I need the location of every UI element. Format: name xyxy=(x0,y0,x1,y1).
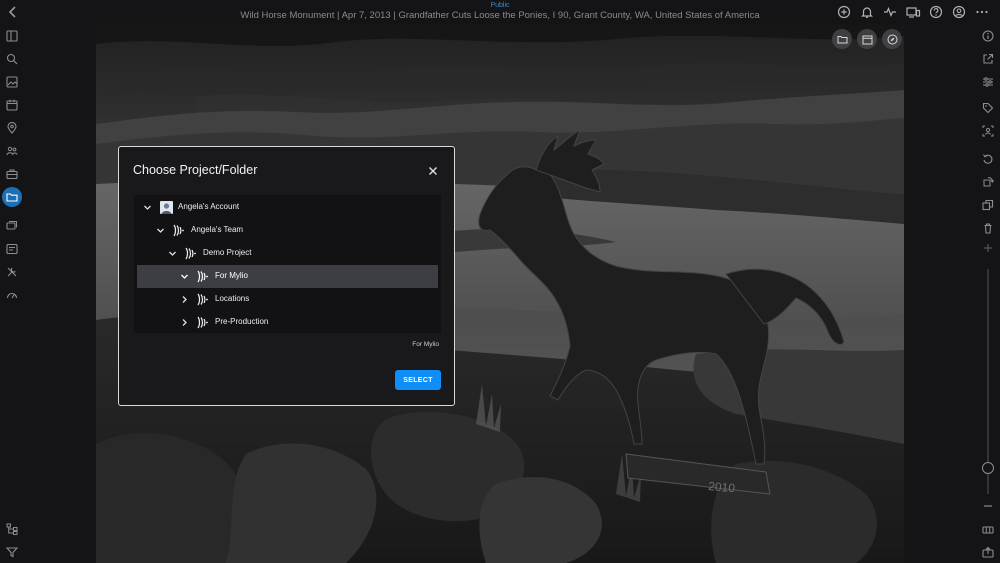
tree-row-label: Angela's Team xyxy=(191,225,244,234)
chevron-down-icon[interactable] xyxy=(143,203,152,212)
rotate-right-icon[interactable] xyxy=(980,174,996,190)
tree-row-team[interactable]: Angela's Team xyxy=(134,219,441,242)
dialog-title: Choose Project/Folder xyxy=(133,163,258,177)
photos-icon[interactable] xyxy=(4,74,20,90)
left-sidebar xyxy=(0,24,24,563)
chevron-down-icon[interactable] xyxy=(168,249,177,258)
folder-add-icon[interactable] xyxy=(832,29,852,49)
frameio-icon xyxy=(197,270,208,283)
chevron-down-icon[interactable] xyxy=(156,226,165,235)
rotate-left-icon[interactable] xyxy=(980,151,996,167)
tree-row-demo-project[interactable]: Demo Project xyxy=(134,242,441,265)
map-pin-icon[interactable] xyxy=(4,120,20,136)
tree-row-pre-production[interactable]: Pre-Production xyxy=(134,311,441,334)
tree-row-locations[interactable]: Locations xyxy=(134,288,441,311)
select-button[interactable]: SELECT xyxy=(395,370,441,390)
adjust-icon[interactable] xyxy=(980,74,996,90)
calendar-icon[interactable] xyxy=(4,97,20,113)
people-tag-icon[interactable] xyxy=(980,123,996,139)
briefcase-icon[interactable] xyxy=(4,166,20,182)
activity-icon[interactable] xyxy=(882,4,898,20)
zoom-slider-knob[interactable] xyxy=(982,462,994,474)
top-bar: Public Wild Horse Monument | Apr 7, 2013… xyxy=(0,0,1000,24)
tree-row-account[interactable]: Angela's Account xyxy=(134,196,441,219)
tools-icon[interactable] xyxy=(4,264,20,280)
devices-icon[interactable] xyxy=(905,4,921,20)
search-icon[interactable] xyxy=(4,51,20,67)
people-icon[interactable] xyxy=(4,143,20,159)
choose-folder-dialog: Choose Project/Folder Angela's Account A… xyxy=(118,146,455,406)
frameio-icon xyxy=(197,316,208,329)
export-icon[interactable] xyxy=(980,544,996,560)
hierarchy-icon[interactable] xyxy=(4,521,20,537)
selected-path: For Mylio xyxy=(412,341,439,348)
tree-row-for-mylio[interactable]: For Mylio xyxy=(137,265,438,288)
help-icon[interactable] xyxy=(928,4,944,20)
info-icon[interactable] xyxy=(980,28,996,44)
tree-row-label: Pre-Production xyxy=(215,317,269,326)
trash-icon[interactable] xyxy=(980,220,996,236)
tag-icon[interactable] xyxy=(980,100,996,116)
tag-card-icon[interactable] xyxy=(4,241,20,257)
zoom-out-icon[interactable] xyxy=(980,498,996,514)
calendar-icon[interactable] xyxy=(857,29,877,49)
compass-icon[interactable] xyxy=(882,29,902,49)
frameio-icon xyxy=(173,224,184,237)
chevron-right-icon[interactable] xyxy=(180,295,189,304)
top-toolbar xyxy=(836,4,990,20)
folder-icon[interactable] xyxy=(2,187,22,207)
external-link-icon[interactable] xyxy=(980,51,996,67)
chevron-down-icon[interactable] xyxy=(180,272,189,281)
tree-row-label: Angela's Account xyxy=(178,202,240,211)
tree-row-label: Locations xyxy=(215,294,250,303)
account-icon[interactable] xyxy=(951,4,967,20)
plus-icon[interactable] xyxy=(980,240,996,256)
folder-tree: Angela's Account Angela's Team Demo Proj… xyxy=(134,195,441,333)
photo-actions xyxy=(832,29,902,49)
more-icon[interactable] xyxy=(974,4,990,20)
tree-row-label: For Mylio xyxy=(215,271,248,280)
close-icon[interactable] xyxy=(427,164,439,176)
zoom-slider-track[interactable] xyxy=(987,269,989,494)
right-sidebar xyxy=(976,24,1000,563)
add-icon[interactable] xyxy=(836,4,852,20)
chevron-right-icon[interactable] xyxy=(180,318,189,327)
filter-icon[interactable] xyxy=(4,544,20,560)
grid-icon[interactable] xyxy=(980,522,996,538)
copy-icon[interactable] xyxy=(980,197,996,213)
gauge-icon[interactable] xyxy=(4,287,20,303)
tree-row-label: Demo Project xyxy=(203,248,252,257)
albums-icon[interactable] xyxy=(4,218,20,234)
avatar-icon xyxy=(160,201,173,214)
frameio-icon xyxy=(185,247,196,260)
info-panel-icon[interactable] xyxy=(4,28,20,44)
bell-icon[interactable] xyxy=(859,4,875,20)
frameio-icon xyxy=(197,293,208,306)
